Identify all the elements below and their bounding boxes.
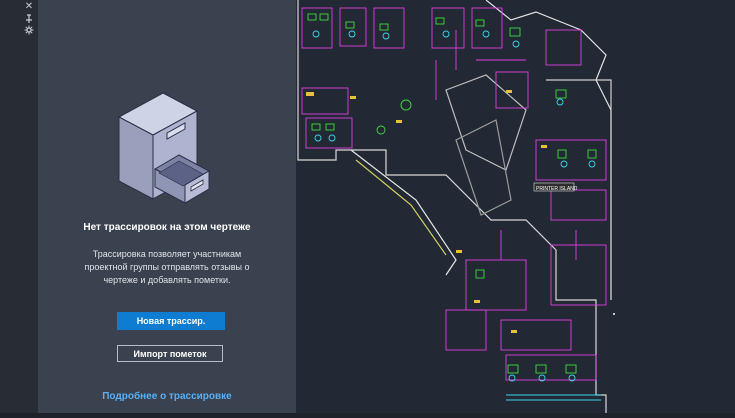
import-markups-button[interactable]: Импорт пометок <box>117 345 223 362</box>
printer-island-label: PRINTER ISLAND <box>536 186 578 192</box>
close-icon[interactable]: ✕ <box>22 1 36 13</box>
palette-title-strip: ✕ <box>0 0 39 413</box>
trace-palette: Нет трассировок на этом чертеже Трассиро… <box>38 0 296 413</box>
settings-icon[interactable] <box>22 25 36 37</box>
drawing-canvas[interactable]: PRINTER ISLAND <box>296 0 735 413</box>
empty-state-description: Трассировка позволяет участникам проектн… <box>84 249 250 285</box>
file-cabinet-icon <box>117 92 211 204</box>
empty-state-title: Нет трассировок на этом чертеже <box>83 222 251 233</box>
learn-more-link[interactable]: Подробнее о трассировке <box>38 391 296 402</box>
new-trace-button[interactable]: Новая трассир. <box>117 312 225 330</box>
floor-plan-drawing: PRINTER ISLAND <box>297 0 615 413</box>
